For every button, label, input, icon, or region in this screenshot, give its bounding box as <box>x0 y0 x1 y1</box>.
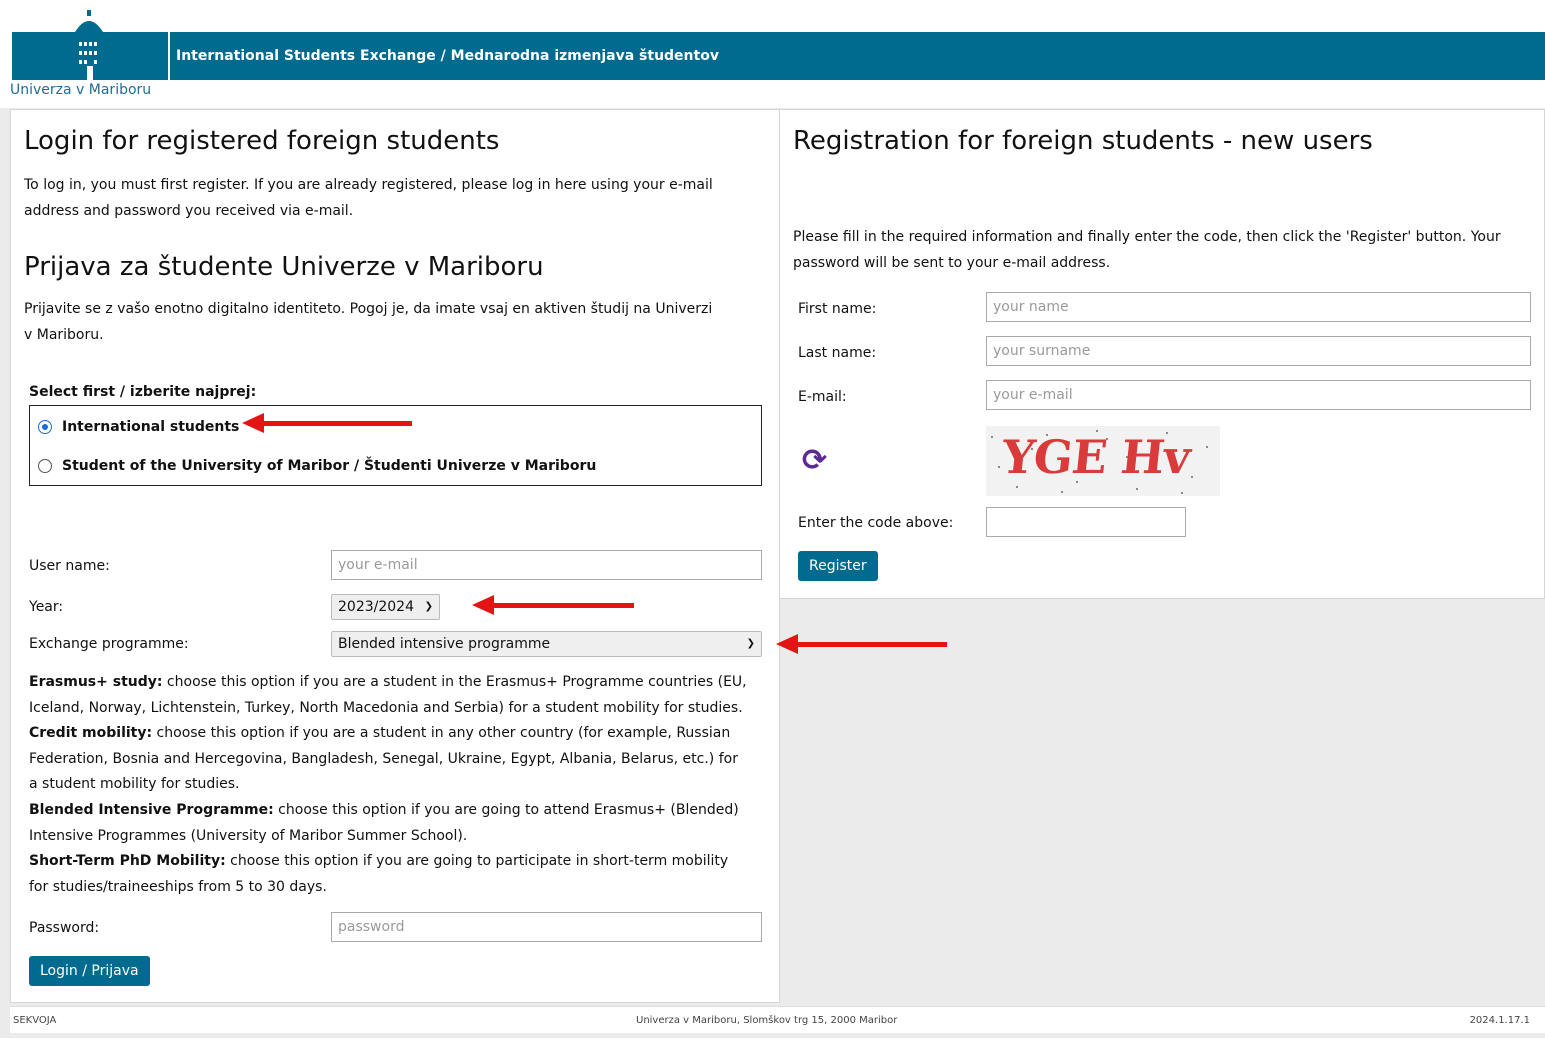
radio-um-student[interactable]: Student of the University of Maribor / Š… <box>38 458 596 474</box>
registration-panel: Registration for foreign students - new … <box>780 109 1545 599</box>
password-label: Password: <box>29 920 100 936</box>
select-label: Select first / izberite najprej: <box>29 384 257 400</box>
captcha-text: YGE Hv <box>999 430 1193 484</box>
desc-phd: Short-Term PhD Mobility: choose this opt… <box>29 853 729 895</box>
last-name-input[interactable] <box>986 336 1531 366</box>
year-select[interactable]: 2023/2024 ❯ <box>331 594 440 620</box>
arrow-annotation <box>242 413 412 433</box>
code-label: Enter the code above: <box>798 515 954 531</box>
programme-descriptions: Erasmus+ study: choose this option if yo… <box>29 670 749 900</box>
first-name-input[interactable] <box>986 292 1531 322</box>
footer-version: 2024.1.17.1 <box>1469 1015 1530 1026</box>
arrow-annotation <box>472 595 634 615</box>
desc-blended: Blended Intensive Programme: choose this… <box>29 801 739 844</box>
email-label: E-mail: <box>798 389 847 405</box>
radio-unselected-icon[interactable] <box>38 459 52 473</box>
radio-international[interactable]: International students <box>38 419 239 435</box>
login-intro-si: Prijavite se z vašo enotno digitalno ide… <box>24 301 713 343</box>
username-label: User name: <box>29 558 110 574</box>
programme-select[interactable]: Blended intensive programme ❯ <box>331 631 762 657</box>
radio-um-student-label: Student of the University of Maribor / Š… <box>62 458 597 474</box>
programme-value: Blended intensive programme <box>338 636 551 652</box>
login-intro: To log in, you must first register. If y… <box>24 177 713 219</box>
first-name-label: First name: <box>798 301 877 317</box>
app-title: International Students Exchange / Mednar… <box>170 32 1545 80</box>
code-input[interactable] <box>986 507 1186 537</box>
radio-selected-icon[interactable] <box>38 420 52 434</box>
university-name: Univerza v Mariboru <box>10 82 152 98</box>
programme-label: Exchange programme: <box>29 636 189 652</box>
footer: SEKVOJA Univerza v Mariboru, Slomškov tr… <box>10 1006 1545 1033</box>
arrow-annotation <box>776 634 947 654</box>
email-input[interactable] <box>986 380 1531 410</box>
footer-left: SEKVOJA <box>13 1015 57 1026</box>
login-heading: Login for registered foreign students <box>24 126 500 156</box>
building-logo-icon <box>75 10 103 80</box>
last-name-label: Last name: <box>798 345 877 361</box>
captcha-image: YGE Hv <box>986 426 1220 496</box>
username-input[interactable] <box>331 550 762 580</box>
footer-address: Univerza v Mariboru, Slomškov trg 15, 20… <box>636 1015 898 1026</box>
desc-credit-mobility: Credit mobility: choose this option if y… <box>29 725 738 793</box>
year-label: Year: <box>29 599 64 615</box>
registration-heading: Registration for foreign students - new … <box>793 126 1373 156</box>
register-button[interactable]: Register <box>798 551 878 581</box>
login-button[interactable]: Login / Prijava <box>29 956 150 986</box>
chevron-down-icon: ❯ <box>746 638 755 649</box>
chevron-down-icon: ❯ <box>424 601 433 612</box>
radio-international-label: International students <box>62 419 240 435</box>
registration-intro: Please fill in the required information … <box>793 229 1501 271</box>
login-heading-si: Prijava za študente Univerze v Mariboru <box>24 252 544 282</box>
refresh-icon[interactable]: ⟳ <box>802 443 827 478</box>
year-value: 2023/2024 <box>338 599 414 615</box>
user-type-group: International students Student of the Un… <box>29 405 762 486</box>
password-input[interactable] <box>331 912 762 942</box>
login-panel: Login for registered foreign students To… <box>10 109 780 1003</box>
desc-erasmus: Erasmus+ study: choose this option if yo… <box>29 674 747 716</box>
